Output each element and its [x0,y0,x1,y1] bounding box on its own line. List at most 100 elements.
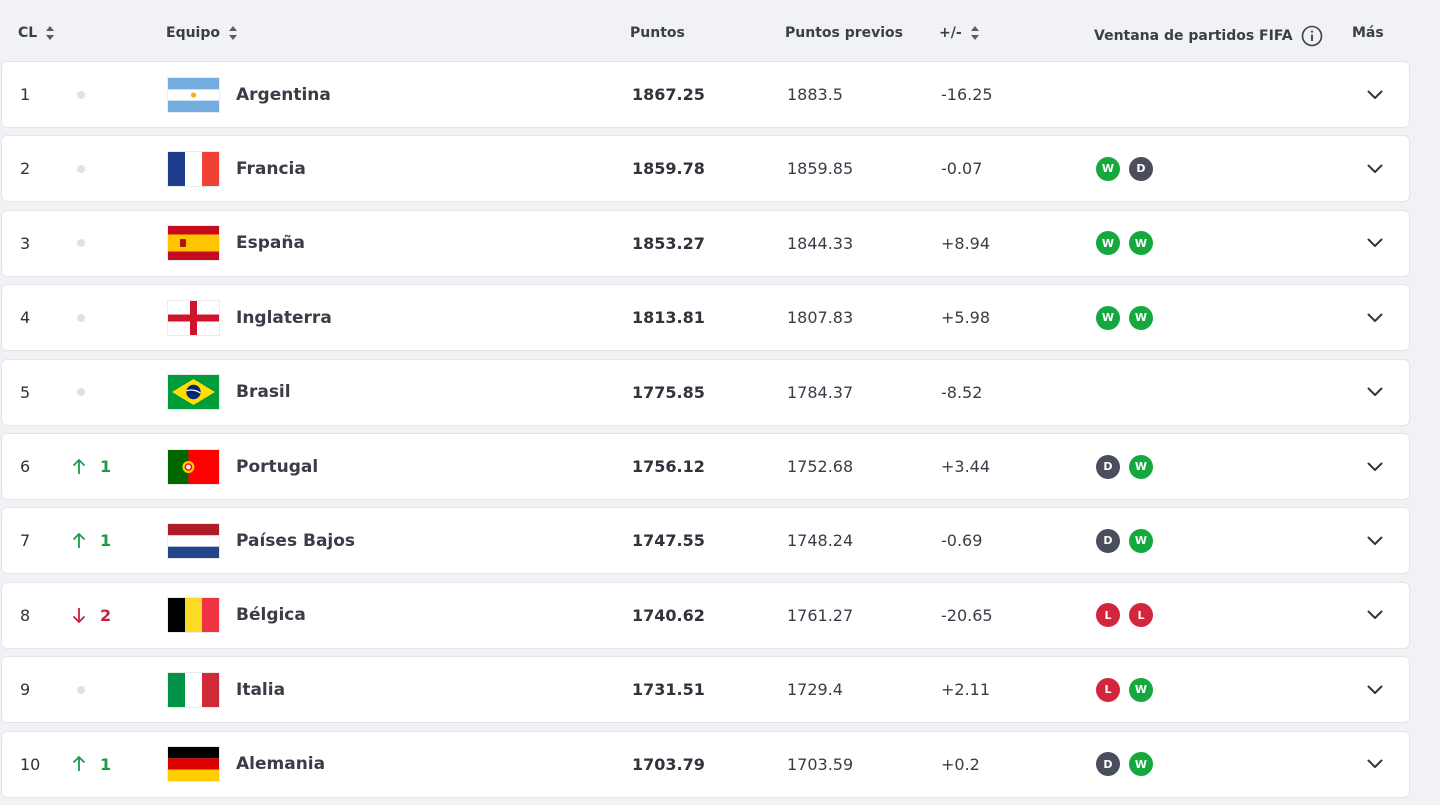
expand-button[interactable] [1364,434,1386,499]
team-name[interactable]: Italia [236,657,285,722]
header-window-label: Ventana de partidos FIFA [1094,28,1293,44]
points: 1775.85 [632,382,705,402]
chevron-down-icon[interactable] [1367,238,1383,248]
header-diff[interactable]: +/- [939,25,980,41]
header-more: Más [1352,25,1384,41]
rank-change [72,62,85,127]
team-name[interactable]: España [236,211,305,276]
team-flag [168,657,219,722]
table-row[interactable]: 7 1 Países Bajos 1747.55 1748.24 -0.69 D… [1,507,1410,575]
sort-icon[interactable] [228,25,238,41]
points-difference: -16.25 [941,85,993,104]
arrow-down-icon [72,607,86,624]
previous-points: 1883.5 [787,85,843,104]
points: 1731.51 [632,680,705,700]
points-difference: -8.52 [941,382,983,402]
table-row[interactable]: 1 Argentina 1867.25 1883.5 -16.25 [1,61,1410,128]
rank-change-value: 1 [100,457,112,476]
match-window-results: WW [1096,285,1153,350]
rank-change-value: 1 [100,754,112,774]
expand-button[interactable] [1364,211,1386,276]
header-window: Ventana de partidos FIFA [1094,25,1323,47]
chevron-down-icon[interactable] [1367,313,1383,323]
team-name[interactable]: Portugal [236,434,318,499]
arrow-up-icon [72,756,86,772]
chevron-down-icon[interactable] [1367,536,1383,546]
match-window-results: WD [1096,136,1153,201]
team-flag [168,360,219,425]
points: 1747.55 [632,531,705,551]
rank: 9 [20,680,31,700]
chevron-down-icon[interactable] [1367,759,1383,769]
rank: 1 [20,85,31,104]
italy-flag-icon [168,672,219,707]
expand-button[interactable] [1364,136,1386,201]
header-rank-label: CL [18,25,38,41]
team-name[interactable]: Países Bajos [236,508,355,573]
team-flag [168,285,219,350]
rank-change [72,136,85,201]
rank: 8 [20,605,31,625]
points: 1703.79 [632,754,705,774]
header-team[interactable]: Equipo [166,25,238,41]
expand-button[interactable] [1364,583,1386,648]
result-badge: D [1129,156,1153,181]
expand-button[interactable] [1364,360,1386,425]
rank-change-value: 1 [100,531,112,551]
team-name[interactable]: Alemania [236,732,325,797]
sort-icon[interactable] [970,25,980,41]
team-name[interactable]: Inglaterra [236,285,332,350]
result-badge: W [1129,454,1153,479]
argentina-flag-icon [168,77,219,112]
previous-points: 1807.83 [787,308,854,328]
expand-button[interactable] [1364,732,1386,797]
team-name[interactable]: Brasil [236,360,291,425]
germany-flag-icon [168,747,219,782]
team-name[interactable]: Francia [236,136,306,201]
table-row[interactable]: 2 Francia 1859.78 1859.85 -0.07 WD [1,135,1410,203]
result-badge: L [1096,603,1120,628]
previous-points: 1761.27 [787,605,854,625]
expand-button[interactable] [1364,508,1386,573]
expand-button[interactable] [1364,285,1386,350]
rank: 10 [20,754,41,774]
chevron-down-icon[interactable] [1367,387,1383,397]
rank-change: 1 [72,508,111,573]
header-diff-label: +/- [939,25,962,41]
header-rank[interactable]: CL [18,25,55,41]
rank-change [72,211,85,276]
match-window-results: LL [1096,583,1153,648]
table-row[interactable]: 6 1 Portugal 1756.12 1752.68 +3.44 DW [1,433,1410,500]
team-flag [168,136,219,201]
header-prev-points-label: Puntos previos [785,25,904,41]
team-name[interactable]: Bélgica [236,583,306,648]
table-row[interactable]: 3 España 1853.27 1844.33 +8.94 WW [1,209,1410,277]
info-icon[interactable] [1301,25,1323,47]
team-name[interactable]: Argentina [236,62,331,127]
expand-button[interactable] [1364,657,1386,722]
rank: 3 [20,233,31,253]
table-row[interactable]: 10 1 Alemania 1703.79 1703.59 +0.2 DW [1,730,1410,798]
table-row[interactable]: 5 Brasil 1775.85 1784.37 -8.52 [1,358,1410,426]
rank-change: 1 [72,732,111,797]
rank-change [72,360,85,425]
chevron-down-icon[interactable] [1367,685,1383,695]
header-points-label: Puntos [630,25,685,41]
table-row[interactable]: 9 Italia 1731.51 1729.4 +2.11 LW [1,656,1410,724]
match-window-results: DW [1096,434,1153,499]
table-row[interactable]: 8 2 Bélgica 1740.62 1761.27 -20.65 LL [1,581,1410,649]
rank: 6 [20,457,31,476]
belgium-flag-icon [168,598,219,633]
france-flag-icon [168,151,219,186]
chevron-down-icon[interactable] [1367,462,1383,472]
table-header: CL Equipo Puntos Puntos previos +/- Vent… [0,0,1440,62]
table-row[interactable]: 4 Inglaterra 1813.81 1807.83 +5.98 WW [1,284,1410,352]
points: 1853.27 [632,233,705,253]
rank-change [72,285,85,350]
expand-button[interactable] [1364,62,1386,127]
chevron-down-icon[interactable] [1367,164,1383,174]
sort-icon[interactable] [45,25,55,41]
match-window-results: DW [1096,508,1153,573]
chevron-down-icon[interactable] [1367,610,1383,620]
chevron-down-icon[interactable] [1367,90,1383,100]
